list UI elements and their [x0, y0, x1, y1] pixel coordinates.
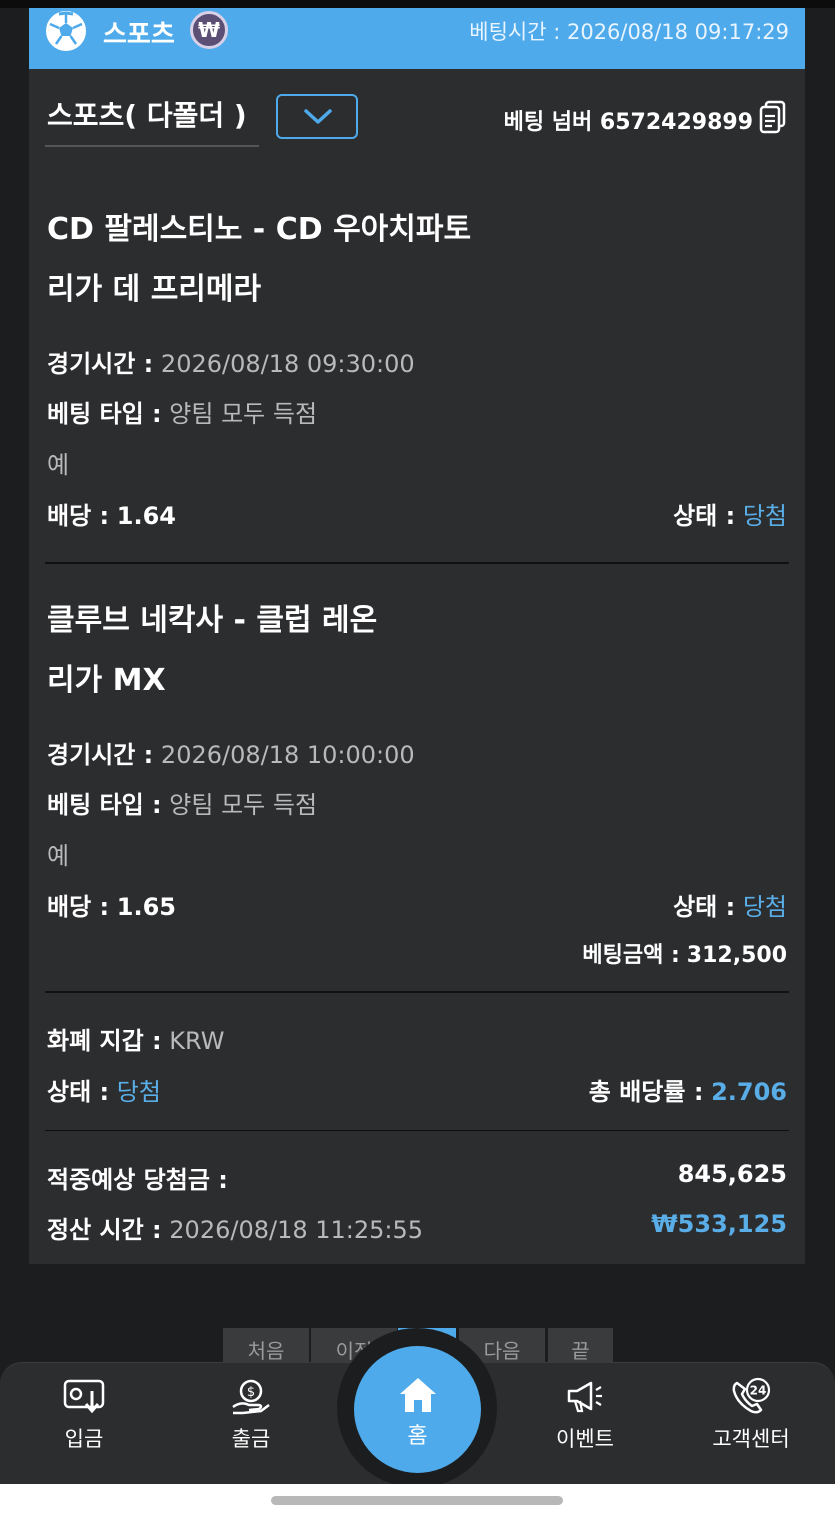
svg-text:$: $: [247, 1385, 255, 1400]
expected-win-row: 적중예상 당첨금 :: [47, 1160, 228, 1195]
won-currency-badge: ₩: [190, 11, 228, 49]
total-odds-value: 2.706: [711, 1078, 787, 1106]
expected-win-value-row: 845,625: [678, 1160, 787, 1188]
wallet-row: 화폐 지갑 : KRW: [47, 1021, 224, 1056]
match-1-bettype-row: 베팅 타입 : 양팀 모두 득점: [47, 394, 317, 429]
match-1-selection-row: 예: [47, 445, 69, 480]
bet-time: 베팅시간 : 2026/08/18 09:17:29: [469, 16, 789, 46]
settle-time-row: 정산 시간 : 2026/08/18 11:25:55: [47, 1210, 423, 1245]
match-2-status-row: 상태 : 당첨: [673, 887, 787, 922]
total-odds-label: 총 배당률 :: [588, 1078, 704, 1106]
support-badge: 24: [750, 1384, 767, 1398]
divider: [45, 562, 789, 564]
nav-home-label: 홈: [407, 1424, 428, 1449]
expand-dropdown-button[interactable]: [276, 94, 358, 139]
bet-detail-card: 스포츠 ₩ 베팅시간 : 2026/08/18 09:17:29 스포츠( 다폴…: [29, 8, 805, 1264]
home-indicator[interactable]: [271, 1496, 563, 1505]
total-odds-row: 총 배당률 : 2.706: [589, 1072, 787, 1107]
match-2-bettype: 양팀 모두 득점: [169, 791, 318, 819]
status-strip: [0, 0, 835, 8]
odds-label: 배당 :: [47, 893, 110, 921]
nav-support[interactable]: 24 고객센터: [691, 1377, 811, 1453]
bet-time-value: 2026/08/18 09:17:29: [566, 20, 789, 44]
nav-support-label: 고객센터: [712, 1427, 790, 1451]
expected-win-value: 845,625: [677, 1160, 787, 1188]
odds-label: 배당 :: [47, 502, 110, 530]
match-1-time-row: 경기시간 : 2026/08/18 09:30:00: [47, 344, 415, 379]
match-2-time: 2026/08/18 10:00:00: [160, 741, 415, 769]
match-2-time-row: 경기시간 : 2026/08/18 10:00:00: [47, 735, 415, 770]
copy-icon[interactable]: [759, 100, 787, 134]
match-2-teams: 클루브 네칵사 - 클럽 레온: [47, 603, 378, 638]
nav-deposit-label: 입금: [64, 1427, 104, 1451]
bet-time-label: 베팅시간 :: [469, 20, 561, 44]
bet-amount-value: 312,500: [686, 943, 787, 968]
nav-deposit[interactable]: 입금: [24, 1377, 144, 1453]
match-1-odds: 1.64: [116, 502, 176, 530]
header-title: 스포츠: [103, 20, 175, 50]
divider: [45, 1130, 789, 1131]
match-2-odds-row: 배당 : 1.65: [47, 887, 176, 922]
match-2-selection-row: 예: [47, 836, 69, 871]
match-1-league: 리가 데 프리메라: [47, 272, 262, 307]
match-1-time: 2026/08/18 09:30:00: [160, 350, 415, 378]
title-underline: [45, 145, 259, 147]
chevron-down-icon: [304, 109, 332, 124]
match-time-label: 경기시간 :: [47, 741, 154, 769]
match-1-selection: 예: [47, 451, 70, 479]
nav-withdraw-label: 출금: [231, 1427, 271, 1451]
match-2-league: 리가 MX: [47, 663, 166, 698]
withdraw-coins-icon: $: [232, 1379, 270, 1415]
bet-type-title: 스포츠( 다폴더 ): [47, 99, 247, 132]
wallet-label: 화폐 지갑 :: [47, 1027, 162, 1055]
match-time-label: 경기시간 :: [47, 350, 154, 378]
bet-amount-row: 베팅금액 : 312,500: [582, 937, 787, 969]
settle-time-label: 정산 시간 :: [47, 1216, 162, 1244]
settle-time-value: 2026/08/18 11:25:55: [169, 1216, 424, 1244]
bet-number: 베팅 넘버 6572429899: [504, 104, 753, 136]
divider: [45, 991, 789, 993]
nav-event-label: 이벤트: [556, 1427, 614, 1451]
status-label: 상태 :: [673, 502, 736, 530]
match-2-bettype-row: 베팅 타입 : 양팀 모두 득점: [47, 785, 317, 820]
match-1-odds-row: 배당 : 1.64: [47, 496, 176, 531]
soccer-ball-icon: [46, 11, 86, 51]
wallet-value: KRW: [169, 1027, 225, 1055]
summary-status-row: 상태 : 당첨: [47, 1072, 161, 1107]
deposit-icon: [63, 1379, 105, 1414]
match-2-selection: 예: [47, 842, 70, 870]
match-2-odds: 1.65: [116, 893, 176, 921]
match-1-teams: CD 팔레스티노 - CD 우아치파토: [47, 212, 472, 247]
bet-number-value: 6572429899: [599, 110, 753, 135]
nav-withdraw[interactable]: $ 출금: [191, 1377, 311, 1453]
match-2-status: 당첨: [742, 893, 787, 921]
support-24-icon: 24: [732, 1377, 771, 1414]
payout-value: ₩533,125: [651, 1210, 787, 1238]
payout-row: ₩533,125: [651, 1210, 787, 1238]
bet-amount-label: 베팅금액 :: [582, 943, 680, 968]
card-header: 스포츠 ₩ 베팅시간 : 2026/08/18 09:17:29: [29, 8, 805, 69]
match-1-status: 당첨: [742, 502, 787, 530]
nav-event[interactable]: 이벤트: [525, 1377, 645, 1453]
nav-home-button[interactable]: 홈: [354, 1346, 481, 1473]
megaphone-icon: [567, 1381, 602, 1413]
bet-number-label: 베팅 넘버: [503, 110, 593, 135]
status-label: 상태 :: [47, 1078, 110, 1106]
bet-type-label: 베팅 타입 :: [47, 791, 162, 819]
match-1-bettype: 양팀 모두 득점: [169, 400, 318, 428]
match-1-status-row: 상태 : 당첨: [673, 496, 787, 531]
status-label: 상태 :: [673, 893, 736, 921]
bet-type-label: 베팅 타입 :: [47, 400, 162, 428]
summary-status: 당첨: [116, 1078, 161, 1106]
expected-win-label: 적중예상 당첨금 :: [47, 1166, 228, 1194]
home-icon: [399, 1378, 436, 1412]
